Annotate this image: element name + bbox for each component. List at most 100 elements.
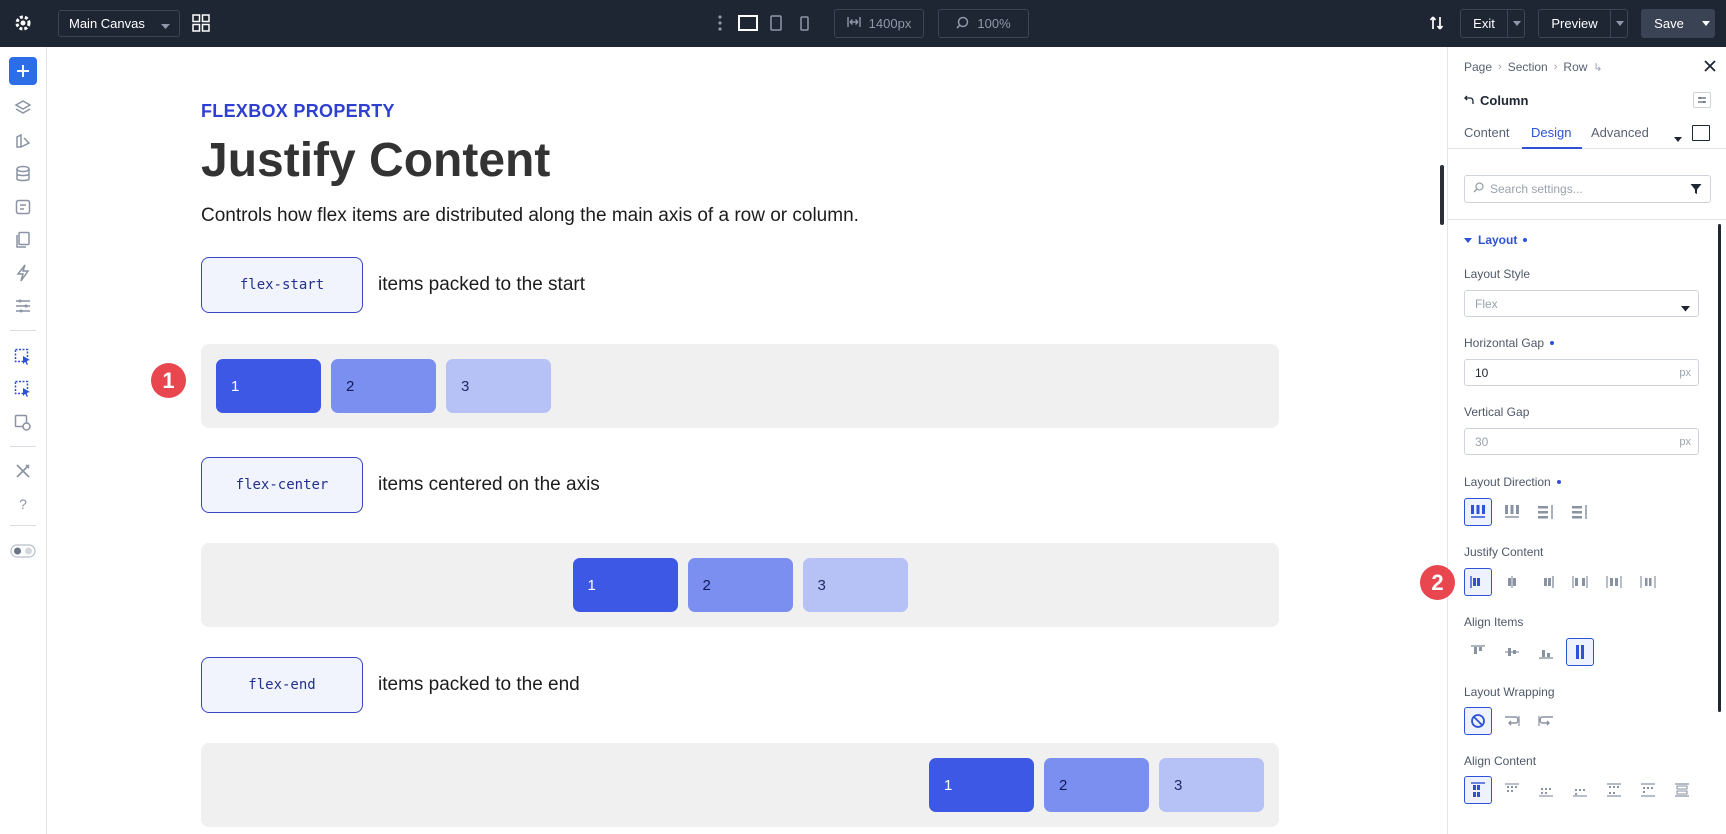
filter-funnel-icon[interactable] bbox=[1690, 183, 1702, 198]
justify-content-options bbox=[1464, 568, 1662, 596]
align-content-between-icon[interactable] bbox=[1600, 776, 1628, 804]
canvas-width-field[interactable]: 1400px bbox=[834, 9, 924, 38]
design-theme-icon[interactable] bbox=[9, 127, 37, 155]
justify-space-evenly-icon[interactable] bbox=[1634, 568, 1662, 596]
direction-column-reverse-icon[interactable] bbox=[1566, 498, 1594, 526]
zoom-search-icon bbox=[956, 16, 969, 32]
demo-row-flex-center[interactable]: 1 2 3 bbox=[201, 543, 1279, 627]
panel-scrollbar[interactable] bbox=[1718, 224, 1721, 712]
layout-section-header[interactable]: Layout bbox=[1464, 233, 1528, 247]
undo-arrow-icon[interactable] bbox=[1464, 93, 1474, 108]
search-settings-input[interactable]: Search settings... bbox=[1464, 175, 1711, 203]
select-element-icon[interactable] bbox=[9, 343, 37, 371]
exit-dropdown-icon[interactable] bbox=[1507, 10, 1525, 37]
grid-layout-icon[interactable] bbox=[190, 12, 212, 34]
tab-content[interactable]: Content bbox=[1464, 125, 1510, 140]
zoom-field[interactable]: 100% bbox=[938, 9, 1029, 38]
canvas-scrollbar[interactable] bbox=[1440, 165, 1444, 225]
justify-space-around-icon[interactable] bbox=[1600, 568, 1628, 596]
tablet-view-icon[interactable] bbox=[768, 13, 784, 33]
align-content-top-icon[interactable] bbox=[1498, 776, 1526, 804]
justify-end-icon[interactable] bbox=[1532, 568, 1560, 596]
layers-icon[interactable] bbox=[9, 94, 37, 122]
horizontal-gap-input[interactable]: 10 px bbox=[1464, 359, 1699, 386]
layout-style-select[interactable]: Flex bbox=[1464, 290, 1699, 317]
demo-row-flex-start[interactable]: 1 2 3 bbox=[201, 344, 1279, 428]
demo-row-flex-end[interactable]: 1 2 3 bbox=[201, 743, 1279, 827]
save-dropdown-icon[interactable] bbox=[1697, 9, 1715, 38]
desktop-view-icon[interactable] bbox=[737, 13, 759, 33]
settings-list-icon[interactable] bbox=[9, 292, 37, 320]
preset-box-icon[interactable] bbox=[1692, 125, 1710, 141]
tools-icon[interactable] bbox=[9, 457, 37, 485]
flex-item[interactable]: 2 bbox=[687, 558, 793, 612]
flex-item[interactable]: 1 bbox=[572, 558, 678, 612]
builder-canvas: FLEXBOX PROPERTY Justify Content Control… bbox=[47, 47, 1447, 834]
panel-options-icon[interactable] bbox=[1693, 92, 1711, 108]
modified-dot bbox=[1523, 238, 1528, 242]
align-center-icon[interactable] bbox=[1498, 638, 1526, 666]
breadcrumb-page[interactable]: Page bbox=[1464, 60, 1492, 74]
align-content-end-icon[interactable] bbox=[1566, 776, 1594, 804]
tabs-dropdown-icon[interactable] bbox=[1674, 130, 1682, 148]
pages-icon[interactable] bbox=[9, 226, 37, 254]
preview-dropdown-icon[interactable] bbox=[1610, 10, 1628, 37]
direction-column-icon[interactable] bbox=[1532, 498, 1560, 526]
settings-gear-icon[interactable] bbox=[12, 12, 34, 34]
caption-flex-end: items packed to the end bbox=[378, 674, 580, 695]
layout-section-title: Layout bbox=[1478, 233, 1518, 247]
justify-start-icon[interactable] bbox=[1464, 568, 1492, 596]
sort-arrows-icon[interactable] bbox=[1426, 12, 1448, 34]
find-replace-icon[interactable] bbox=[9, 409, 37, 437]
kebab-menu-icon[interactable] bbox=[715, 13, 725, 33]
element-title-text: Column bbox=[1480, 93, 1529, 108]
preview-button[interactable]: Preview bbox=[1539, 10, 1610, 37]
no-wrap-icon[interactable] bbox=[1464, 707, 1492, 735]
tab-advanced[interactable]: Advanced bbox=[1591, 125, 1649, 140]
direction-row-icon[interactable] bbox=[1464, 498, 1492, 526]
justify-space-between-icon[interactable] bbox=[1566, 568, 1594, 596]
help-question-icon[interactable]: ? bbox=[9, 490, 37, 518]
lightning-icon[interactable] bbox=[9, 259, 37, 287]
breadcrumb: Page › Section › Row ↳ bbox=[1464, 60, 1603, 74]
layout-wrapping-options bbox=[1464, 707, 1560, 735]
align-stretch-icon[interactable] bbox=[1566, 638, 1594, 666]
align-content-stretch-icon[interactable] bbox=[1668, 776, 1696, 804]
toggle-switch-icon[interactable] bbox=[9, 537, 37, 565]
flex-item[interactable]: 1 bbox=[929, 758, 1034, 812]
align-content-start-icon[interactable] bbox=[1464, 776, 1492, 804]
close-icon[interactable] bbox=[1704, 59, 1716, 77]
direction-row-reverse-icon[interactable] bbox=[1498, 498, 1526, 526]
align-content-center-icon[interactable] bbox=[1532, 776, 1560, 804]
tab-design[interactable]: Design bbox=[1531, 125, 1571, 140]
vertical-gap-input[interactable]: 30 px bbox=[1464, 428, 1699, 455]
add-element-plus-icon[interactable] bbox=[9, 57, 37, 85]
flex-item[interactable]: 2 bbox=[1044, 758, 1149, 812]
breadcrumb-section[interactable]: Section bbox=[1508, 60, 1548, 74]
save-button[interactable]: Save bbox=[1641, 9, 1697, 38]
flex-item[interactable]: 3 bbox=[1159, 758, 1264, 812]
align-content-around-icon[interactable] bbox=[1634, 776, 1662, 804]
flex-item[interactable]: 3 bbox=[802, 558, 908, 612]
align-start-icon[interactable] bbox=[1464, 638, 1492, 666]
wrap-reverse-icon[interactable] bbox=[1532, 707, 1560, 735]
database-icon[interactable] bbox=[9, 160, 37, 188]
multi-select-icon[interactable] bbox=[9, 375, 37, 403]
flex-item[interactable]: 3 bbox=[446, 359, 551, 413]
exit-button[interactable]: Exit bbox=[1461, 10, 1507, 37]
chevron-down-icon bbox=[1681, 301, 1690, 315]
phone-view-icon[interactable] bbox=[797, 13, 811, 33]
flex-item[interactable]: 2 bbox=[331, 359, 436, 413]
justify-center-icon[interactable] bbox=[1498, 568, 1526, 596]
form-fields-icon[interactable] bbox=[9, 193, 37, 221]
align-end-icon[interactable] bbox=[1532, 638, 1560, 666]
breadcrumb-row[interactable]: Row bbox=[1563, 60, 1587, 74]
page-description: Controls how flex items are distributed … bbox=[201, 205, 859, 226]
caret-down-icon bbox=[1464, 233, 1472, 247]
canvas-select[interactable]: Main Canvas bbox=[58, 10, 180, 37]
panel-divider bbox=[1448, 219, 1726, 220]
annotation-marker: 2 bbox=[1420, 565, 1455, 600]
flex-item[interactable]: 1 bbox=[216, 359, 321, 413]
wrap-icon[interactable] bbox=[1498, 707, 1526, 735]
modified-dot bbox=[1556, 480, 1561, 484]
